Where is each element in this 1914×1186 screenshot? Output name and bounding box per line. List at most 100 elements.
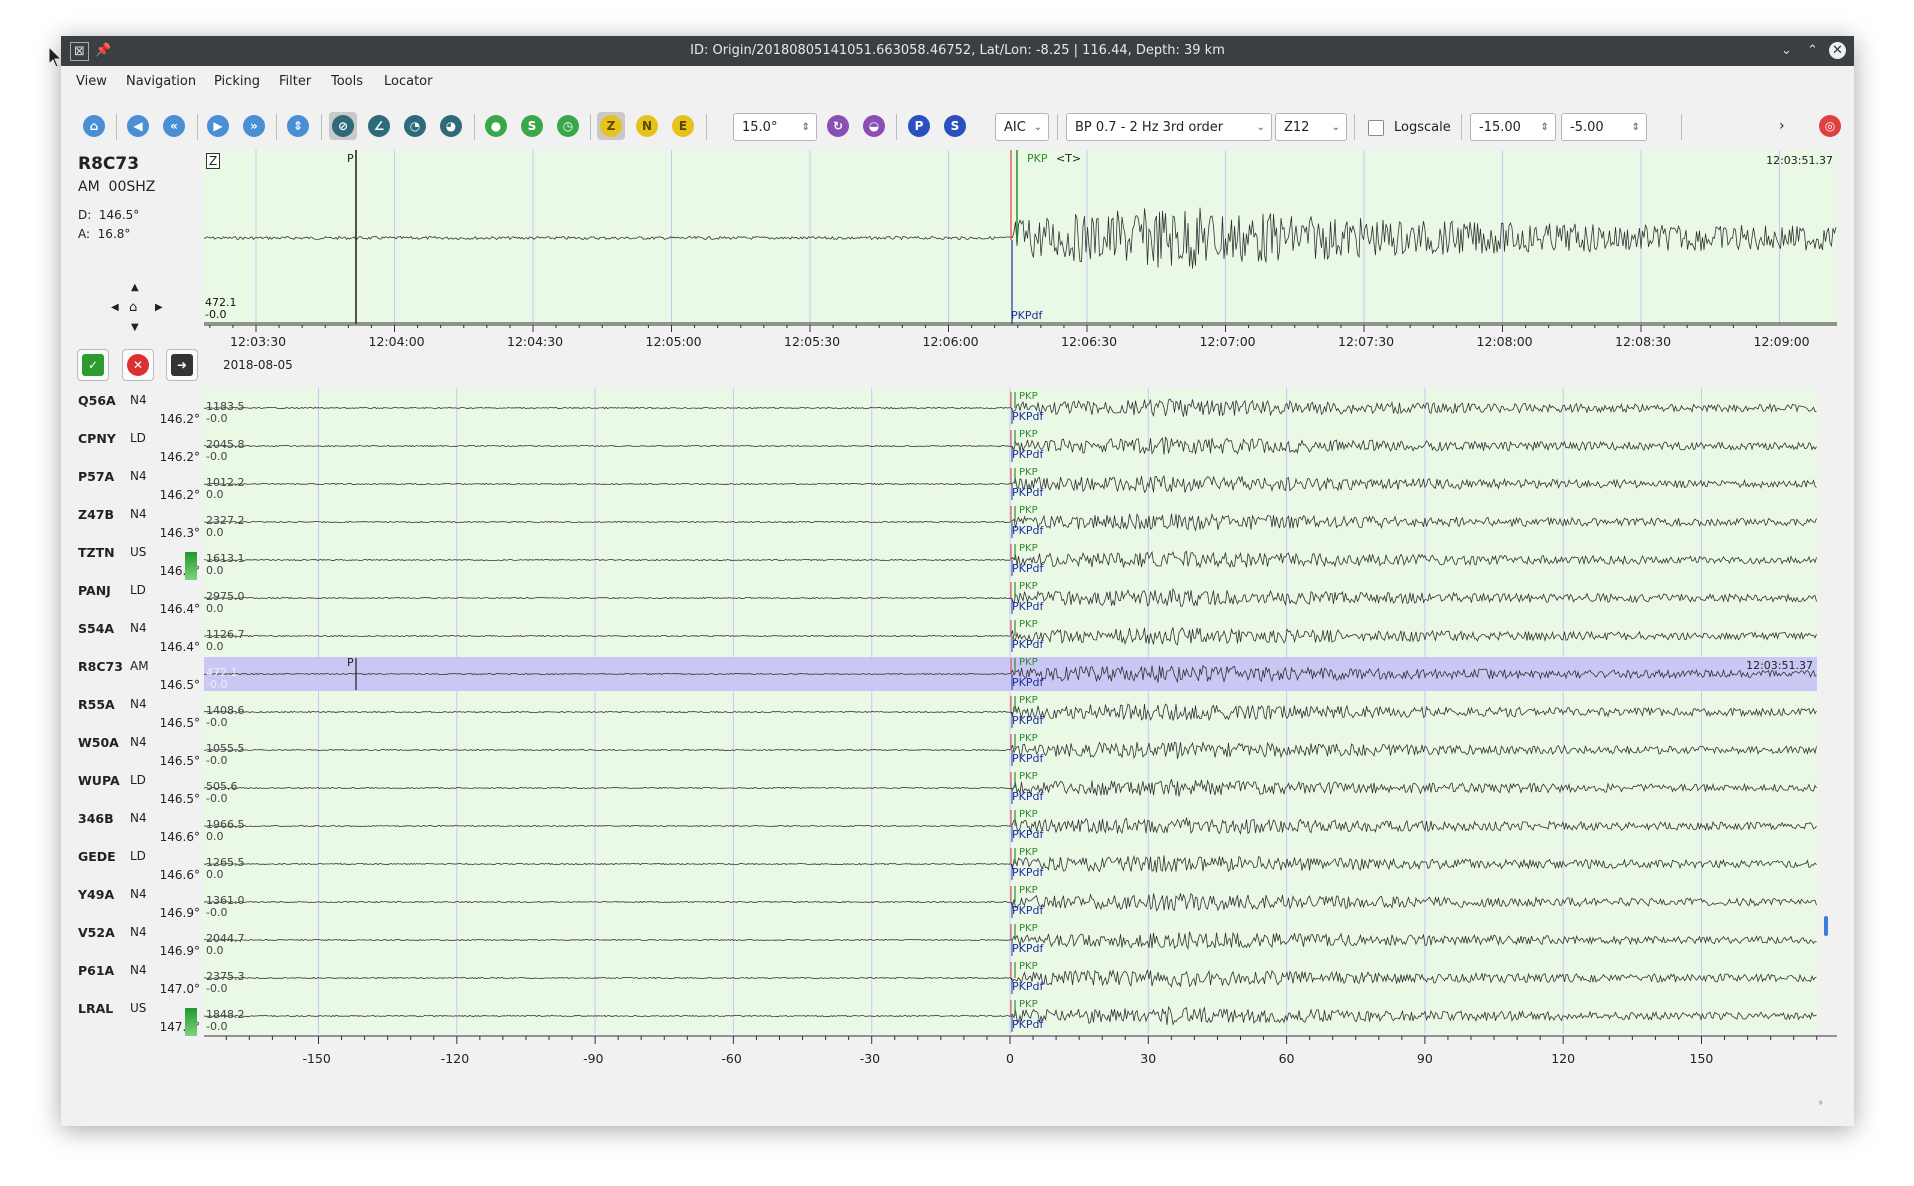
station-name: R8C73: [78, 659, 123, 674]
station-name: P57A: [78, 469, 115, 484]
pick-red-icon: ●: [485, 115, 507, 137]
row-amp-min: 0.0: [206, 830, 224, 843]
min-spinbox[interactable]: -15.00 ⇕: [1470, 113, 1556, 141]
pick-p-button[interactable]: P: [905, 112, 933, 140]
resize-grip-icon[interactable]: ⬫: [1819, 1095, 1822, 1110]
picker-window: ⊠ 📌 ID: Origin/20180805141051.663058.467…: [61, 36, 1854, 1126]
sort-distance-button[interactable]: ⊘: [329, 112, 357, 140]
home-icon: ⌂: [83, 115, 105, 137]
more-chevron-icon[interactable]: ›: [1779, 118, 1785, 134]
sort-azimuth-button[interactable]: ∠: [365, 112, 393, 140]
row-pick-pkpdf: PKPdf: [1012, 942, 1044, 955]
target-button[interactable]: ◎: [1816, 112, 1844, 140]
arrow-right-icon: ▶: [207, 115, 229, 137]
row-pick-pkp: PKP: [1019, 505, 1038, 516]
relative-time-axis: -150 -120 -90 -60 -30 0 30 60 90 120 150: [204, 1035, 1837, 1075]
filter-select[interactable]: BP 0.7 - 2 Hz 3rd order ⌄: [1066, 113, 1272, 141]
nav-left-icon[interactable]: ◀: [111, 302, 119, 313]
main-distance: D: 146.5°: [78, 208, 140, 222]
row-pick-pkpdf: PKPdf: [1012, 676, 1044, 689]
row-amp-min: -0.0: [206, 982, 228, 995]
nav-home-icon[interactable]: ⌂: [129, 300, 137, 315]
double-arrow-left-icon: «: [163, 115, 185, 137]
scrollbar-handle[interactable]: [1824, 916, 1828, 936]
station-network: AM: [130, 659, 149, 673]
time-tick-label: 12:03:30: [230, 334, 287, 349]
row-pick-pkp: PKP: [1019, 467, 1038, 478]
nav-up-icon[interactable]: ▲: [131, 282, 139, 293]
compass-button[interactable]: ◒: [860, 112, 888, 140]
row-pick-pkp: PKP: [1019, 543, 1038, 554]
relative-tick-label: 0: [1006, 1051, 1014, 1066]
component-n-button[interactable]: N: [633, 112, 661, 140]
row-amp-min: -0.0: [206, 792, 228, 805]
show-all-button[interactable]: ◷: [554, 112, 582, 140]
main-azimuth: A: 16.8°: [78, 227, 131, 241]
reject-button[interactable]: ✕: [122, 349, 154, 381]
align-icon: ⇕: [287, 115, 309, 137]
first-button[interactable]: «: [160, 112, 188, 140]
relative-tick-label: -30: [859, 1051, 881, 1066]
component-e-button[interactable]: E: [669, 112, 697, 140]
row-amp-min: 0.0: [206, 488, 224, 501]
station-network: N4: [130, 735, 147, 749]
spin-arrows-icon: ⇕: [801, 122, 810, 133]
nav-right-icon[interactable]: ▶: [155, 302, 163, 313]
menu-view[interactable]: View: [76, 74, 107, 89]
relative-tick-label: 60: [1278, 1051, 1295, 1066]
station-distance: 146.2°: [159, 412, 200, 426]
rotate-button[interactable]: ↻: [824, 112, 852, 140]
traces-panel[interactable]: 1183.5 -0.0 PKP PKPdf 2045.8 -0.0 PKP PKPdf 1012…: [204, 388, 1817, 1034]
row-pick-pkp: PKP: [1019, 885, 1038, 896]
separator: [1461, 114, 1462, 140]
menu-filter[interactable]: Filter: [279, 74, 311, 89]
nav-down-icon[interactable]: ▼: [131, 322, 139, 333]
station-distance: 147.0°: [159, 982, 200, 996]
logscale-checkbox[interactable]: [1368, 120, 1384, 136]
sort-residual-button[interactable]: ◔: [401, 112, 429, 140]
minimize-icon[interactable]: ⌄: [1778, 42, 1795, 59]
prev-button[interactable]: ◀: [124, 112, 152, 140]
separator: [1354, 114, 1355, 140]
station-distance: 146.2°: [159, 488, 200, 502]
station-distance: 146.5°: [159, 716, 200, 730]
close-icon[interactable]: ✕: [1829, 42, 1846, 59]
main-time-axis-ticks: [204, 324, 1837, 332]
relative-tick-label: -60: [721, 1051, 742, 1066]
align-button[interactable]: ⇕: [284, 112, 312, 140]
relative-tick-label: -90: [583, 1051, 604, 1066]
sort-station-button[interactable]: ◕: [437, 112, 465, 140]
main-pick-pkp: PKP: [1027, 152, 1048, 165]
sort-azimuth-icon: ∠: [368, 115, 390, 137]
zoom-spinbox[interactable]: 15.0° ⇕: [733, 113, 817, 141]
pick-s-button[interactable]: S: [941, 112, 969, 140]
menu-tools[interactable]: Tools: [331, 74, 363, 89]
station-distance: 146.5°: [159, 754, 200, 768]
main-date-label: 2018-08-05: [223, 358, 293, 372]
next-button[interactable]: ▶: [204, 112, 232, 140]
component-select[interactable]: Z12 ⌄: [1275, 113, 1347, 141]
main-trace-panel[interactable]: Z P PKP <T> PKPdf 12:03:51.37 472.1 -0.0: [204, 150, 1837, 324]
last-button[interactable]: »: [240, 112, 268, 140]
show-theoretical-button[interactable]: S: [518, 112, 546, 140]
menu-locator[interactable]: Locator: [384, 74, 432, 89]
row-amp-min: -0.0: [206, 754, 228, 767]
time-tick-label: 12:05:00: [645, 334, 702, 349]
maximize-icon[interactable]: ⌃: [1804, 42, 1821, 59]
menu-navigation[interactable]: Navigation: [126, 74, 196, 89]
show-picks-button[interactable]: ●: [482, 112, 510, 140]
export-button[interactable]: ➜: [166, 349, 198, 381]
menu-picking[interactable]: Picking: [214, 74, 260, 89]
phase-s-icon: S: [944, 115, 966, 137]
relative-tick-label: -150: [302, 1051, 331, 1066]
row-pick-pkp: PKP: [1019, 999, 1038, 1010]
component-z-button[interactable]: Z: [597, 112, 625, 140]
accept-button[interactable]: ✓: [77, 349, 109, 381]
max-spinbox[interactable]: -5.00 ⇕: [1561, 113, 1647, 141]
station-distance: 146.2°: [159, 450, 200, 464]
row-amp-min: -0.0: [206, 412, 228, 425]
picker-select[interactable]: AIC ⌄: [995, 113, 1049, 141]
home-button[interactable]: ⌂: [80, 112, 108, 140]
chevron-down-icon: ⌄: [1033, 122, 1042, 133]
separator: [706, 114, 707, 140]
